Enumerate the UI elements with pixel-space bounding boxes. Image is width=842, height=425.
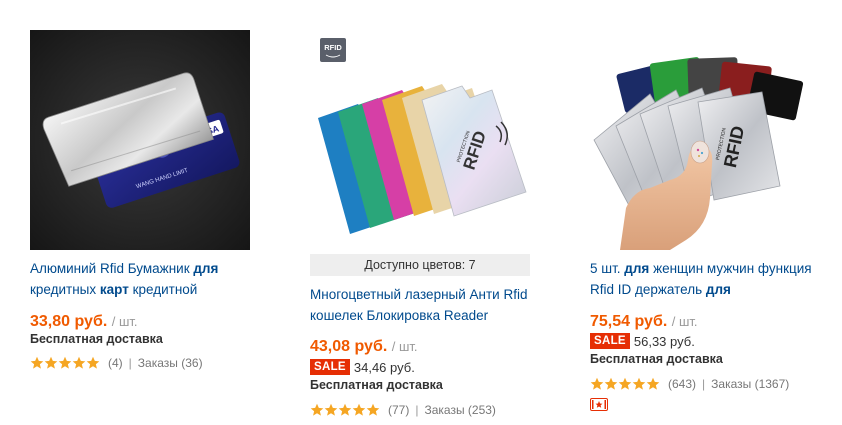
star-icon — [590, 377, 604, 390]
sale-badge: SALE — [590, 333, 630, 349]
star-icon — [72, 356, 86, 369]
svg-text:RFID: RFID — [324, 43, 342, 52]
star-rating — [590, 377, 660, 391]
product-title[interactable]: Алюминий Rfid Бумажник для кредитных кар… — [30, 258, 255, 300]
star-icon — [310, 403, 324, 416]
star-icon — [618, 377, 632, 390]
price-row: 43,08 руб. / шт. — [310, 338, 418, 356]
feedback-count[interactable]: (4) — [108, 356, 123, 370]
colors-available-bar[interactable]: Доступно цветов: 7 — [310, 254, 530, 276]
orders-count[interactable]: Заказы (36) — [138, 356, 203, 370]
sale-row: SALE 34,46 руб. — [310, 359, 415, 375]
free-shipping-label: Бесплатная доставка — [590, 352, 723, 366]
star-icon — [86, 356, 100, 369]
price: 75,54 руб. — [590, 313, 668, 330]
star-icon — [632, 377, 646, 390]
star-icon — [604, 377, 618, 390]
price-row: 75,54 руб. / шт. — [590, 313, 698, 331]
star-icon — [30, 356, 44, 369]
product-image[interactable]: VISA WANG HAND LIMIT — [30, 30, 250, 250]
feedback-count[interactable]: (643) — [668, 377, 696, 391]
price-unit: / шт. — [671, 314, 698, 329]
price: 33,80 руб. — [30, 313, 108, 330]
product-card[interactable]: VISA WANG HAND LIMIT Алюминий Rfid Бумаж… — [30, 0, 272, 425]
orders-count[interactable]: Заказы (1367) — [711, 377, 789, 391]
product-image[interactable]: RFID PROTECTION — [590, 30, 810, 250]
feedback-count[interactable]: (77) — [388, 403, 409, 417]
star-icon — [44, 356, 58, 369]
multicolor-sleeves-image: RFID RFID PROTECTION — [310, 30, 530, 250]
rfid-badge-icon: RFID — [320, 38, 346, 62]
product-title[interactable]: 5 шт. для женщин мужчин функция Rfid ID … — [590, 258, 815, 300]
star-icon — [58, 356, 72, 369]
product-title[interactable]: Многоцветный лазерный Анти Rfid кошелек … — [310, 284, 535, 326]
sale-badge: SALE — [310, 359, 350, 375]
price: 43,08 руб. — [310, 338, 388, 355]
sale-row: SALE 56,33 руб. — [590, 333, 695, 349]
price-unit: / шт. — [391, 339, 418, 354]
star-icon — [646, 377, 660, 390]
orders-count[interactable]: Заказы (253) — [424, 403, 495, 417]
price-unit: / шт. — [111, 314, 138, 329]
rating-row: (4) | Заказы (36) — [30, 356, 203, 370]
separator: | — [702, 377, 706, 391]
star-rating — [310, 403, 380, 417]
free-shipping-label: Бесплатная доставка — [310, 378, 443, 392]
product-card[interactable]: RFID PROTECTION 5 шт. для женщин мужчин … — [590, 0, 832, 425]
aluminium-sleeve-image: VISA WANG HAND LIMIT — [30, 30, 250, 250]
product-image[interactable]: RFID RFID PROTECTION — [310, 30, 530, 250]
star-icon — [324, 403, 338, 416]
rating-row: (643) | Заказы (1367) — [590, 377, 789, 391]
video-badge-icon[interactable] — [590, 398, 608, 411]
price-row: 33,80 руб. / шт. — [30, 313, 138, 331]
product-card[interactable]: RFID RFID PROTECTION Доступно цветов: 7 — [310, 0, 552, 425]
hand-holding-sleeves-image: RFID PROTECTION — [590, 30, 810, 250]
rating-row: (77) | Заказы (253) — [310, 403, 496, 417]
star-icon — [366, 403, 380, 416]
separator: | — [128, 356, 132, 370]
star-icon — [352, 403, 366, 416]
star-rating — [30, 356, 100, 370]
sale-price: 56,33 руб. — [633, 333, 695, 349]
star-icon — [338, 403, 352, 416]
sale-price: 34,46 руб. — [353, 359, 415, 375]
separator: | — [415, 403, 419, 417]
free-shipping-label: Бесплатная доставка — [30, 332, 163, 346]
